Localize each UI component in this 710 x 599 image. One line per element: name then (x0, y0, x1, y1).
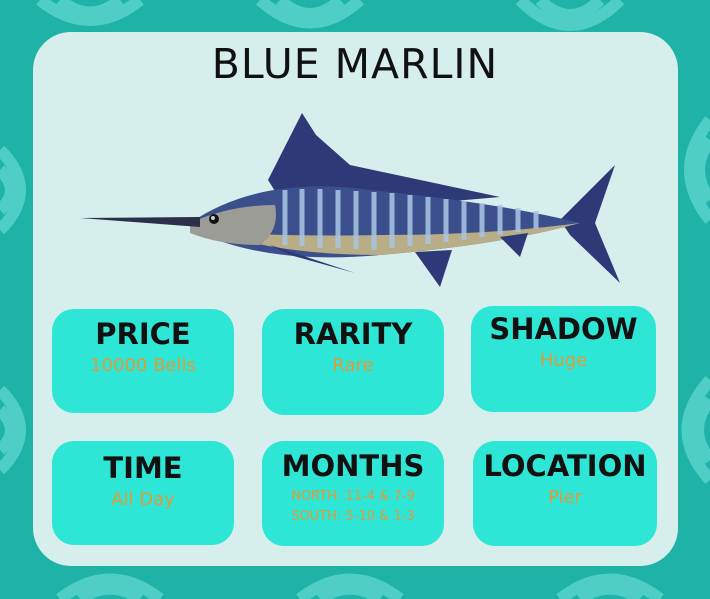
shadow-value: Huge (539, 350, 588, 371)
price-label: PRICE (95, 317, 191, 351)
rarity-tile: RARITY Rare (262, 309, 444, 415)
months-label: MONTHS (281, 449, 425, 483)
location-value: Pier (548, 487, 582, 508)
rarity-value: Rare (332, 355, 374, 376)
months-tile: MONTHS NORTH: 11-4 & 7-9 SOUTH: 5-10 & 1… (262, 441, 444, 546)
months-north-value: NORTH: 11-4 & 7-9 (291, 489, 415, 504)
rarity-label: RARITY (293, 317, 413, 351)
location-tile: LOCATION Pier (473, 441, 657, 546)
months-south-value: SOUTH: 5-10 & 1-3 (291, 509, 415, 524)
shadow-label: SHADOW (489, 312, 638, 346)
price-tile: PRICE 10000 Bells (52, 309, 234, 413)
blue-marlin-fish-icon (80, 113, 620, 287)
price-value: 10000 Bells (90, 355, 196, 376)
fish-name-title: BLUE MARLIN (211, 40, 499, 88)
time-value: All Day (111, 489, 175, 510)
shadow-tile: SHADOW Huge (471, 306, 656, 412)
time-label: TIME (103, 451, 183, 485)
time-tile: TIME All Day (52, 441, 234, 545)
location-label: LOCATION (483, 449, 647, 483)
